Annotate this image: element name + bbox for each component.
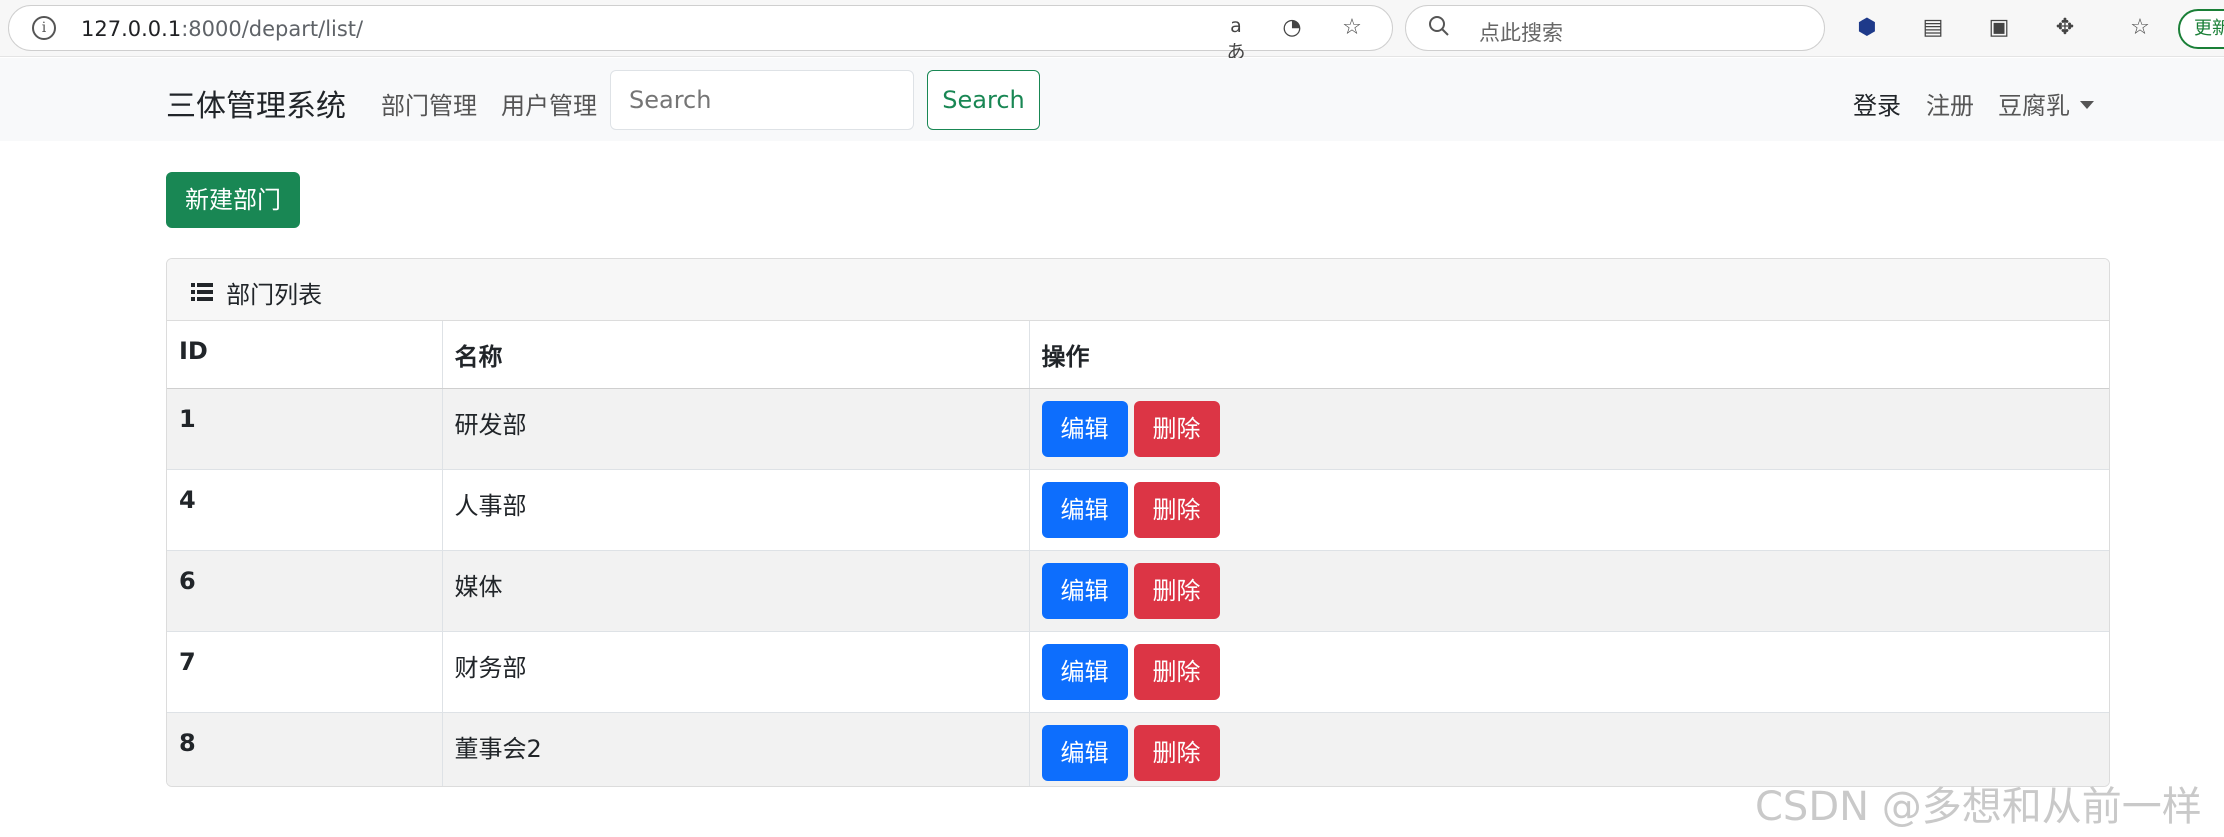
address-bar[interactable]: i 127.0.0.1:8000/depart/list/ aあ ◔ ☆ xyxy=(8,5,1393,63)
read-aloud-icon[interactable]: aあ xyxy=(1221,15,1251,64)
column-header-id: ID xyxy=(167,321,443,389)
login-link[interactable]: 登录 xyxy=(1853,86,1901,121)
cell-id: 8 xyxy=(167,712,443,786)
column-header-actions: 操作 xyxy=(1029,321,2109,389)
delete-button[interactable]: 删除 xyxy=(1133,401,1220,457)
list-icon xyxy=(191,283,213,301)
edit-button[interactable]: 编辑 xyxy=(1041,482,1128,538)
brand-title[interactable]: 三体管理系统 xyxy=(166,81,346,125)
cell-id: 1 xyxy=(167,388,443,470)
cell-name: 媒体 xyxy=(442,550,1030,632)
extension-icon[interactable]: ⬢ xyxy=(1851,12,1883,44)
edit-button[interactable]: 编辑 xyxy=(1041,401,1128,457)
navbar: 三体管理系统 部门管理 用户管理 Search 登录 注册 豆腐乳 xyxy=(0,58,2224,141)
delete-button[interactable]: 删除 xyxy=(1133,725,1220,781)
cell-name: 研发部 xyxy=(442,388,1030,470)
edit-button[interactable]: 编辑 xyxy=(1041,563,1128,619)
user-name: 豆腐乳 xyxy=(1998,92,2070,120)
edge-icon[interactable]: ◔ xyxy=(1277,15,1307,40)
nav-search-input[interactable] xyxy=(610,70,914,130)
cell-name: 人事部 xyxy=(442,469,1030,551)
edit-button[interactable]: 编辑 xyxy=(1041,644,1128,700)
chevron-down-icon xyxy=(2080,101,2094,109)
table-row: 4 人事部 编辑 删除 xyxy=(167,469,2109,551)
department-list-panel: 部门列表 ID 名称 操作 1 研发部 编辑 删除 4 人事部 编辑 删除 6 … xyxy=(166,258,2110,787)
browser-search-box[interactable]: 点此搜索 xyxy=(1405,5,1825,51)
cell-id: 6 xyxy=(167,550,443,632)
table-header-row: ID 名称 操作 xyxy=(167,321,2109,389)
nav-link-users[interactable]: 用户管理 xyxy=(501,86,597,121)
cell-id: 4 xyxy=(167,469,443,551)
register-link[interactable]: 注册 xyxy=(1926,86,1974,121)
document-icon[interactable]: ▤ xyxy=(1917,12,1949,44)
puzzle-icon[interactable]: ✥ xyxy=(2049,12,2081,44)
favorites-icon[interactable]: ☆ xyxy=(2124,12,2156,44)
update-button[interactable]: 更新 xyxy=(2178,9,2224,49)
nav-link-departments[interactable]: 部门管理 xyxy=(381,86,477,121)
department-table: ID 名称 操作 1 研发部 编辑 删除 4 人事部 编辑 删除 6 媒体 编辑… xyxy=(167,321,2109,786)
cell-actions: 编辑 删除 xyxy=(1029,469,2109,551)
browser-search-placeholder: 点此搜索 xyxy=(1479,21,1563,45)
user-dropdown[interactable]: 豆腐乳 xyxy=(1998,86,2094,121)
cell-actions: 编辑 删除 xyxy=(1029,550,2109,632)
delete-button[interactable]: 删除 xyxy=(1133,482,1220,538)
nav-search-button[interactable]: Search xyxy=(927,70,1040,130)
watermark: CSDN @多想和从前一样 xyxy=(1755,784,2202,830)
cell-actions: 编辑 删除 xyxy=(1029,631,2109,713)
info-icon[interactable]: i xyxy=(32,16,56,40)
panel-heading: 部门列表 xyxy=(167,259,2109,321)
table-row: 1 研发部 编辑 删除 xyxy=(167,388,2109,470)
column-header-name: 名称 xyxy=(442,321,1030,389)
cell-id: 7 xyxy=(167,631,443,713)
delete-button[interactable]: 删除 xyxy=(1133,563,1220,619)
star-icon[interactable]: ☆ xyxy=(1337,15,1367,40)
url-text[interactable]: 127.0.0.1:8000/depart/list/ xyxy=(81,17,363,41)
cell-name: 财务部 xyxy=(442,631,1030,713)
cell-actions: 编辑 删除 xyxy=(1029,388,2109,470)
cell-name: 董事会2 xyxy=(442,712,1030,786)
search-icon xyxy=(1428,15,1450,43)
delete-button[interactable]: 删除 xyxy=(1133,644,1220,700)
panel-title: 部门列表 xyxy=(226,281,323,309)
browser-toolbar: i 127.0.0.1:8000/depart/list/ aあ ◔ ☆ 点此搜… xyxy=(0,0,2224,63)
table-row: 6 媒体 编辑 删除 xyxy=(167,550,2109,632)
edit-button[interactable]: 编辑 xyxy=(1041,725,1128,781)
new-department-button[interactable]: 新建部门 xyxy=(166,172,300,228)
table-row: 7 财务部 编辑 删除 xyxy=(167,631,2109,713)
tabs-icon[interactable]: ▣ xyxy=(1983,12,2015,44)
